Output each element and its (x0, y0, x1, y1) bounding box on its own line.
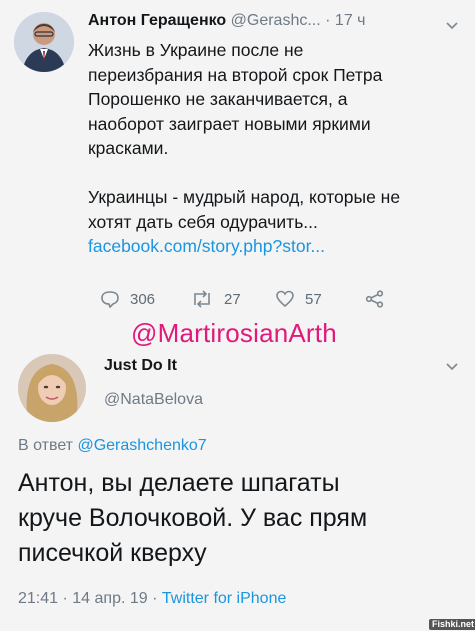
tweet-meta-2: 21:41 · 14 апр. 19 · Twitter for iPhone (18, 590, 286, 608)
tweet-actions-1: 306 27 57 (100, 290, 420, 308)
watermark-handle: @MartirosianArth (131, 318, 337, 348)
tweet-source[interactable]: Twitter for iPhone (162, 590, 287, 607)
tweet-link[interactable]: facebook.com/story.php?stor... (88, 234, 468, 259)
share-icon[interactable] (365, 290, 385, 308)
tweet-line: Украинцы - мудрый народ, которые не (88, 187, 401, 207)
site-badge: Fishki.net (429, 619, 475, 630)
retweet-icon (194, 290, 210, 308)
author-name[interactable]: Антон Геращенко (88, 12, 226, 29)
avatar-author-2[interactable] (18, 354, 86, 422)
retweet-count: 27 (224, 290, 241, 308)
person-avatar-icon (14, 12, 74, 72)
reply-count: 306 (130, 290, 156, 308)
chevron-down-icon[interactable] (445, 362, 459, 372)
person-avatar-icon (18, 354, 86, 422)
chevron-down-icon[interactable] (445, 21, 459, 31)
reply-icon (101, 291, 119, 308)
tweet-line: Порошенко не заканчивается, а (88, 89, 348, 109)
reply-prefix: В ответ (18, 437, 74, 454)
reply-to-handle[interactable]: @Gerashchenko7 (77, 437, 206, 454)
tweet-line: переизбрания на второй срок Петра (88, 64, 383, 85)
author-handle[interactable]: @Gerashc... (231, 12, 321, 29)
like-button[interactable]: 57 (275, 290, 365, 308)
tweet-text-2: Антон, вы делаете шпагаты круче Волочков… (18, 466, 468, 571)
author-name-2[interactable]: Just Do It (104, 357, 177, 375)
tweet-line: Антон, вы делаете шпагаты (18, 469, 340, 497)
tweet-line: наоборот заиграет новыми яркими (88, 113, 371, 134)
tweet-text-1: Жизнь в Украине после не переизбрания на… (88, 38, 468, 259)
heart-icon (276, 290, 294, 308)
tweet-line: круче Волочковой. У вас прям (18, 504, 368, 532)
retweet-button[interactable]: 27 (190, 290, 275, 308)
reply-context: В ответ @Gerashchenko7 (18, 437, 207, 455)
author-handle-2[interactable]: @NataBelova (104, 391, 203, 409)
tweet-time[interactable]: · 17 ч (325, 12, 365, 29)
tweet-line: красками. (88, 138, 169, 158)
reply-button[interactable]: 306 (100, 290, 190, 308)
tweet-timestamp[interactable]: 21:41 · 14 апр. 19 · (18, 590, 162, 607)
avatar-author-1[interactable] (14, 12, 74, 72)
tweet-line: Жизнь в Украине после не (88, 40, 304, 60)
tweet-line: писечкой кверху (18, 539, 207, 567)
like-count: 57 (305, 290, 322, 308)
tweet-header-1: Антон Геращенко @Gerashc... · 17 ч (88, 12, 366, 30)
tweet-line: хотят дать себя одурачить... (88, 211, 318, 232)
